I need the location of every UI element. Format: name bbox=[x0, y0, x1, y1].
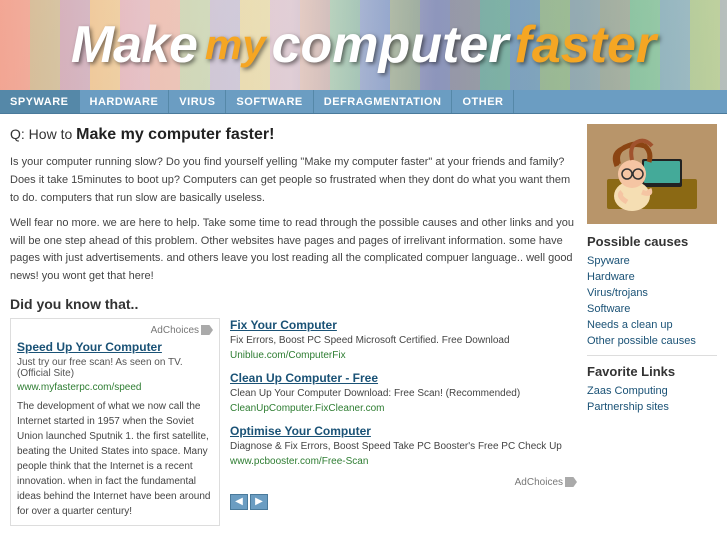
prev-arrow[interactable]: ◀ bbox=[230, 494, 248, 510]
q-prefix: Q: How to bbox=[10, 126, 76, 142]
middle-section: AdChoices Speed Up Your Computer Just tr… bbox=[10, 318, 577, 526]
link-url-3[interactable]: www.pcbooster.com/Free-Scan bbox=[230, 456, 577, 467]
link-url-1[interactable]: Uniblue.com/ComputerFix bbox=[230, 350, 577, 361]
nav-arrows: ◀ ▶ bbox=[230, 494, 577, 510]
title-make: Make bbox=[71, 15, 197, 75]
ad-choices-icon bbox=[201, 325, 213, 335]
ad-subtitle: Just try our free scan! As seen on TV. (… bbox=[17, 357, 213, 379]
nav-item-defragmentation[interactable]: DEFRAGMENTATION bbox=[314, 90, 453, 113]
link-title-3[interactable]: Optimise Your Computer bbox=[230, 424, 577, 438]
nav-item-software[interactable]: softwarE bbox=[226, 90, 313, 113]
ad-body-text: The development of what we now call the … bbox=[17, 399, 213, 519]
link-desc-2: Clean Up Your Computer Download: Free Sc… bbox=[230, 387, 577, 401]
link-item-1: Fix Your Computer Fix Errors, Boost PC S… bbox=[230, 318, 577, 361]
q-strong: Make my computer faster! bbox=[76, 126, 274, 143]
sidebar-cause-cleanup[interactable]: Needs a clean up bbox=[587, 319, 717, 331]
content-left: Q: How to Make my computer faster! Is yo… bbox=[10, 124, 577, 526]
ad-title[interactable]: Speed Up Your Computer bbox=[17, 340, 213, 354]
intro-paragraph-2: Well fear no more. we are here to help. … bbox=[10, 215, 577, 285]
link-desc-3: Diagnose & Fix Errors, Boost Speed Take … bbox=[230, 440, 577, 454]
nav-item-other[interactable]: OTheR bbox=[452, 90, 514, 113]
header-title: Make my computer faster bbox=[71, 15, 656, 75]
title-computer: computer bbox=[272, 15, 509, 75]
title-faster: faster bbox=[515, 15, 657, 75]
did-you-know-heading: Did you know that.. bbox=[10, 296, 577, 312]
ad-choices-bottom-label: AdChoices bbox=[515, 477, 563, 488]
sidebar: Possible causes Spyware Hardware Virus/t… bbox=[587, 124, 717, 526]
favorite-links-title: Favorite Links bbox=[587, 364, 717, 379]
link-title-2[interactable]: Clean Up Computer - Free bbox=[230, 371, 577, 385]
link-item-3: Optimise Your Computer Diagnose & Fix Er… bbox=[230, 424, 577, 467]
intro-paragraph-1: Is your computer running slow? Do you fi… bbox=[10, 154, 577, 207]
ad-choices-top: AdChoices bbox=[17, 325, 213, 336]
ad-box: AdChoices Speed Up Your Computer Just tr… bbox=[10, 318, 220, 526]
sidebar-cause-hardware[interactable]: Hardware bbox=[587, 271, 717, 283]
links-box: Fix Your Computer Fix Errors, Boost PC S… bbox=[230, 318, 577, 526]
ad-choices-bottom-icon bbox=[565, 477, 577, 487]
title-my: my bbox=[205, 21, 266, 69]
link-desc-1: Fix Errors, Boost PC Speed Microsoft Cer… bbox=[230, 334, 577, 348]
sidebar-cause-virus[interactable]: Virus/trojans bbox=[587, 287, 717, 299]
next-arrow[interactable]: ▶ bbox=[250, 494, 268, 510]
sidebar-link-partnership[interactable]: Partnership sites bbox=[587, 401, 717, 413]
sidebar-link-zaas[interactable]: Zaas Computing bbox=[587, 385, 717, 397]
sidebar-cause-other[interactable]: Other possible causes bbox=[587, 335, 717, 347]
ad-choices-label: AdChoices bbox=[151, 325, 199, 336]
possible-causes-title: Possible causes bbox=[587, 234, 717, 249]
sidebar-image bbox=[587, 124, 717, 224]
link-item-2: Clean Up Computer - Free Clean Up Your C… bbox=[230, 371, 577, 414]
header-banner: Make my computer faster bbox=[0, 0, 727, 90]
nav-item-spyware[interactable]: SPYWARE bbox=[0, 90, 80, 113]
link-title-1[interactable]: Fix Your Computer bbox=[230, 318, 577, 332]
nav-item-virus[interactable]: VIRUS bbox=[169, 90, 226, 113]
sidebar-cause-software[interactable]: Software bbox=[587, 303, 717, 315]
sidebar-cause-spyware[interactable]: Spyware bbox=[587, 255, 717, 267]
link-url-2[interactable]: CleanUpComputer.FixCleaner.com bbox=[230, 403, 577, 414]
ad-choices-bottom: AdChoices bbox=[230, 477, 577, 488]
sidebar-divider bbox=[587, 355, 717, 356]
q-heading: Q: How to Make my computer faster! bbox=[10, 124, 577, 146]
main-container: Q: How to Make my computer faster! Is yo… bbox=[0, 114, 727, 536]
navigation: SPYWARE HARDWARE VIRUS softwarE DEFRAGME… bbox=[0, 90, 727, 114]
nav-item-hardware[interactable]: HARDWARE bbox=[80, 90, 170, 113]
ad-url[interactable]: www.myfasterpc.com/speed bbox=[17, 382, 213, 393]
